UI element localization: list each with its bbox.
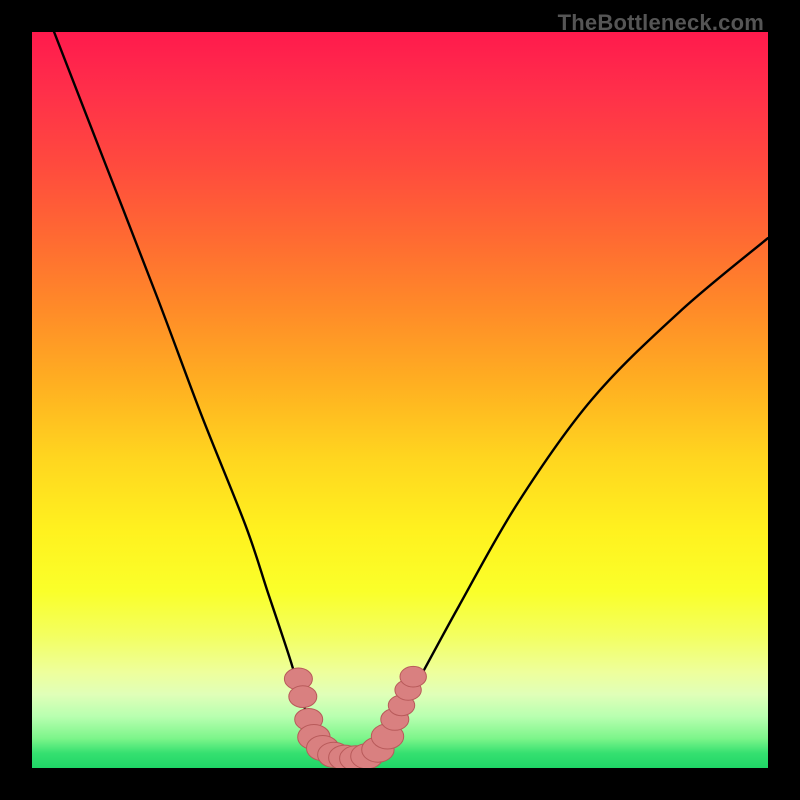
data-marker xyxy=(371,724,403,749)
data-marker xyxy=(400,666,426,687)
data-marker xyxy=(295,709,323,731)
plot-area xyxy=(32,32,768,768)
marker-group xyxy=(284,666,426,768)
data-marker xyxy=(318,742,350,767)
curve-layer xyxy=(32,32,768,768)
data-marker xyxy=(362,737,394,762)
data-marker xyxy=(395,680,421,701)
data-marker xyxy=(381,709,409,731)
chart-container: TheBottleneck.com xyxy=(0,0,800,800)
data-marker xyxy=(284,668,312,690)
bottleneck-curve xyxy=(54,32,768,760)
data-marker xyxy=(351,744,383,768)
data-marker xyxy=(340,746,372,768)
data-marker xyxy=(307,736,339,761)
data-marker xyxy=(388,695,414,716)
data-marker xyxy=(298,725,330,750)
data-marker xyxy=(329,745,361,768)
data-marker xyxy=(289,686,317,708)
